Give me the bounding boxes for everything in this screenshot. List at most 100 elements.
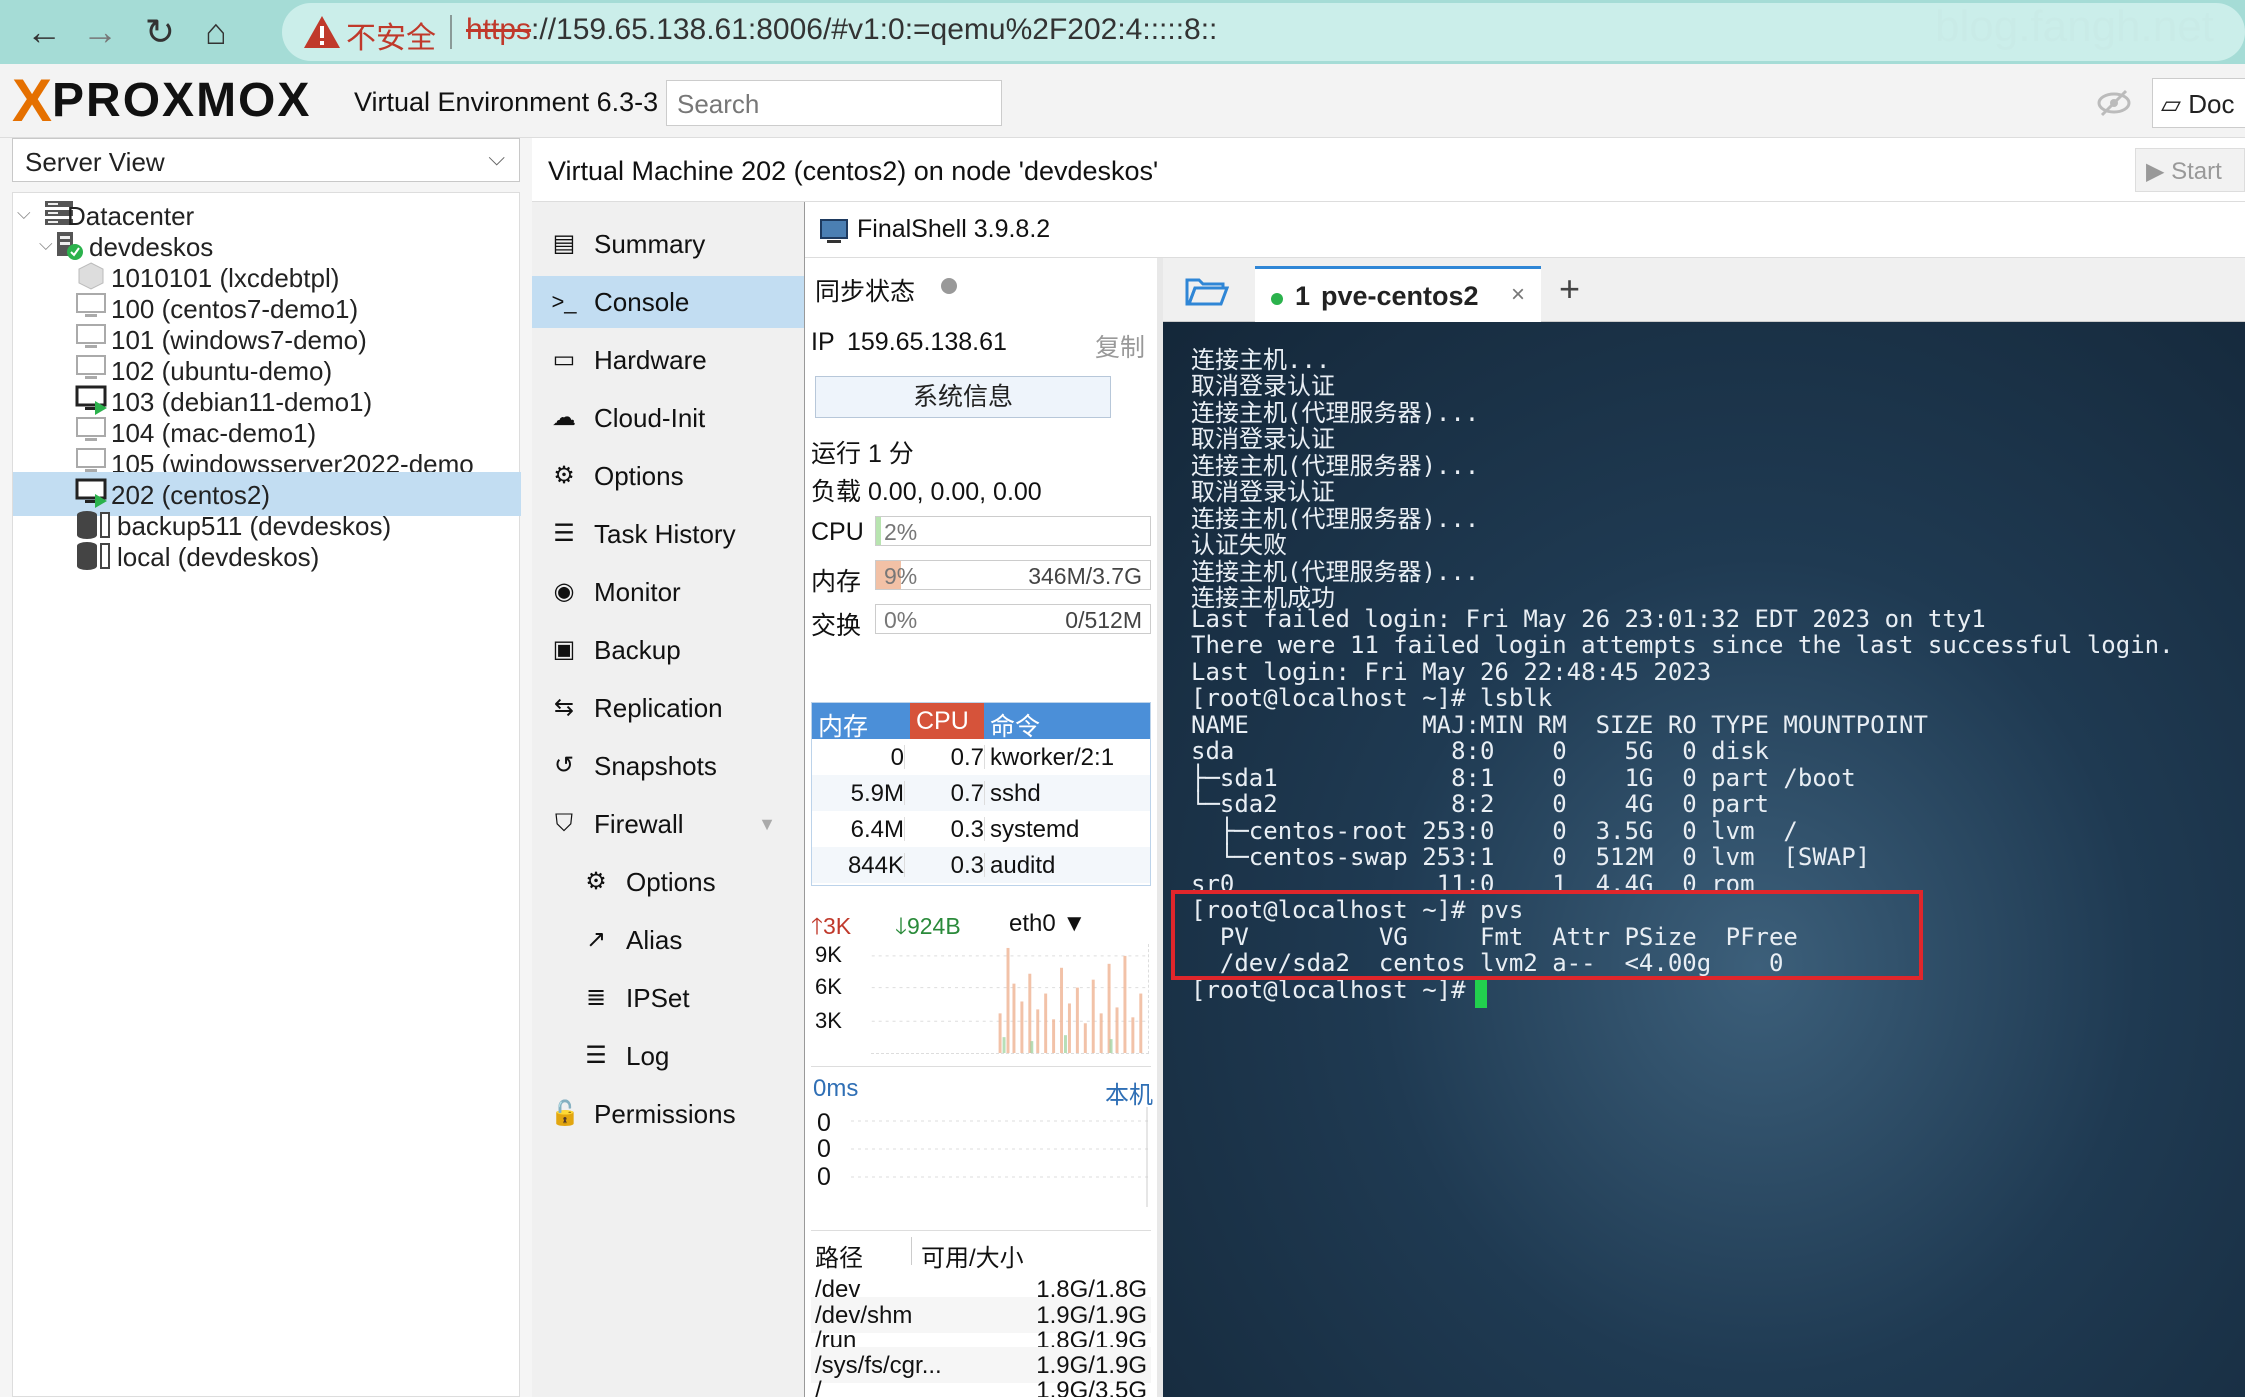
menu-item-label: Replication: [594, 693, 723, 723]
back-button[interactable]: ←: [18, 6, 70, 58]
ping-target[interactable]: 本机: [1105, 1075, 1153, 1110]
version-label: Virtual Environment 6.3-3: [354, 87, 659, 117]
process-row: 0 0.7 kworker/2:1: [890, 744, 1115, 771]
sort-mem-header[interactable]: 内存: [818, 707, 868, 743]
folder-open-icon[interactable]: [1185, 274, 1229, 308]
copy-button[interactable]: 复制: [1095, 328, 1145, 364]
gear-icon: ⚙: [585, 868, 607, 895]
menu-item-label: Cloud-Init: [594, 403, 706, 433]
swap-bar: 0% 0/512M: [875, 604, 1151, 634]
terminal-line: [root@localhost ~]#: [1191, 976, 1466, 1004]
collapse-icon[interactable]: ⌵: [17, 203, 31, 224]
swap-value: 0/512M: [1065, 607, 1142, 633]
menu-item-firewall-options[interactable]: ⚙ Options: [532, 856, 804, 908]
unlock-icon: 🔓: [550, 1100, 580, 1127]
chevron-down-icon[interactable]: ▼: [758, 814, 776, 835]
url-rest: ://159.65.138.61:8006/#v1:0:=qemu%2F202:…: [531, 13, 1218, 46]
home-button[interactable]: ⌂: [190, 6, 242, 58]
process-row: 6.4M 0.3 systemd: [850, 816, 1080, 843]
terminal-line: ├─centos-root 253:0 0 3.5G 0 lvm /: [1191, 817, 1798, 845]
doc-label: Doc: [2188, 89, 2235, 119]
cpu-label: CPU: [811, 518, 864, 546]
menu-item-replication[interactable]: ⇆ Replication: [532, 682, 804, 734]
eye-icon: ◉: [553, 578, 575, 605]
history-icon: ↺: [553, 752, 575, 779]
add-tab-button[interactable]: +: [1559, 268, 1580, 310]
menu-item-ipset[interactable]: ≣ IPSet: [532, 972, 804, 1024]
collapse-icon[interactable]: ⌵: [39, 234, 53, 255]
menu-item-hardware[interactable]: ▭ Hardware: [532, 334, 804, 386]
session-tab-bar: 1 pve-centos2 × +: [1163, 258, 2245, 322]
menu-item-snapshots[interactable]: ↺ Snapshots: [532, 740, 804, 792]
vm-nav-menu: ▤ Summary >_ Console ▭ Hardware ☁ Cloud-Init…: [532, 202, 804, 1397]
close-icon[interactable]: ×: [1511, 281, 1525, 309]
warning-icon: [304, 16, 340, 48]
ping-tick: 0: [817, 1163, 831, 1191]
menu-item-label: Snapshots: [594, 751, 717, 781]
eye-off-icon[interactable]: [2096, 88, 2132, 118]
menu-item-monitor[interactable]: ◉ Monitor: [532, 566, 804, 618]
ip-label: IP: [811, 328, 835, 356]
cloud-icon: ☁: [552, 404, 576, 431]
screen: ← → ↻ ⌂ 不安全 https://159.65.138.61:8006/#…: [0, 0, 2245, 1397]
reload-button[interactable]: ↻: [134, 6, 186, 58]
list-icon: ☰: [585, 1042, 607, 1069]
gear-icon: ⚙: [553, 462, 575, 489]
menu-item-label: Options: [594, 461, 684, 491]
menu-item-options[interactable]: ⚙ Options: [532, 450, 804, 502]
tree-item-label: local (devdeskos): [117, 542, 320, 572]
ping-monitor: 0ms 本机 0 0 0: [811, 1066, 1153, 1216]
documentation-button[interactable]: ▱ Doc: [2152, 78, 2245, 128]
menu-item-console[interactable]: >_ Console: [532, 276, 804, 328]
list-ol-icon: ≣: [585, 984, 607, 1011]
summary-icon: ▤: [552, 230, 576, 257]
menu-item-log[interactable]: ☰ Log: [532, 1030, 804, 1082]
session-tab[interactable]: 1 pve-centos2 ×: [1255, 266, 1541, 322]
interface-select[interactable]: eth0 ▼: [1009, 910, 1086, 938]
url-text: https://159.65.138.61:8006/#v1:0:=qemu%2…: [466, 13, 1217, 47]
disk-size-header: 可用/大小: [921, 1245, 1024, 1272]
tree-item-storage-local[interactable]: local (devdeskos): [13, 534, 521, 578]
menu-item-label: Summary: [594, 229, 706, 259]
divider: [450, 15, 452, 49]
ping-tick: 0: [817, 1109, 831, 1137]
sync-status-label: 同步状态: [815, 278, 916, 306]
browser-toolbar: ← → ↻ ⌂ 不安全 https://159.65.138.61:8006/#…: [0, 0, 2245, 64]
process-row: 5.9M 0.7 sshd: [812, 775, 1150, 811]
menu-item-cloud-init[interactable]: ☁ Cloud-Init: [532, 392, 804, 444]
search-input[interactable]: Search: [666, 80, 1002, 126]
forward-button[interactable]: →: [74, 6, 126, 58]
menu-item-alias[interactable]: ↗ Alias: [532, 914, 804, 966]
command-header[interactable]: 命令: [990, 707, 1040, 743]
sort-cpu-header[interactable]: CPU: [910, 703, 984, 739]
connected-status-dot: [1271, 293, 1283, 305]
menu-item-label: Backup: [594, 635, 681, 665]
menu-item-task-history[interactable]: ☰ Task History: [532, 508, 804, 560]
menu-item-label: Monitor: [594, 577, 681, 607]
mem-bar: 9% 346M/3.7G: [875, 560, 1151, 590]
process-table-header: 内存 CPU 命令: [812, 703, 1150, 741]
menu-item-permissions[interactable]: 🔓 Permissions: [532, 1088, 804, 1140]
system-info-button[interactable]: 系统信息: [815, 376, 1111, 418]
view-selector[interactable]: Server View ⌵: [12, 138, 520, 182]
finalshell-titlebar: FinalShell 3.9.8.2: [805, 202, 2245, 258]
menu-item-backup[interactable]: ▣ Backup: [532, 624, 804, 676]
floppy-icon: ▣: [552, 636, 576, 663]
window-title: FinalShell 3.9.8.2: [857, 215, 1051, 243]
shield-icon: ⛉: [555, 810, 573, 837]
start-button[interactable]: ▶ Start: [2135, 148, 2245, 192]
disk-table-header: 路径 可用/大小: [811, 1233, 1151, 1272]
menu-item-firewall[interactable]: ⛉ Firewall ▼: [532, 798, 804, 850]
play-icon: ▶: [2146, 158, 2172, 185]
menu-item-summary[interactable]: ▤ Summary: [532, 218, 804, 270]
net-tick: 3K: [815, 1008, 842, 1033]
disk-table: 路径 可用/大小 /dev 1.8G/1.8G /dev/shm 1.9G/1.9G…: [811, 1230, 1151, 1397]
menu-item-label: Firewall: [594, 809, 684, 839]
cpu-bar: 2%: [875, 516, 1151, 546]
terminal-output[interactable]: 连接主机... 取消登录认证 连接主机(代理服务器)... 取消登录认证 连接主…: [1163, 322, 2245, 1397]
swap-percent: 0%: [884, 607, 918, 633]
ip-value: 159.65.138.61: [847, 328, 1007, 356]
terminal-line: └─centos-swap 253:1 0 512M 0 lvm [SWAP]: [1191, 843, 1871, 871]
resource-tree-panel: Server View ⌵ ⌵ Datacenter ⌵ devdeskos 1…: [0, 138, 530, 1397]
terminal-line: ├─sda1 8:1 0 1G 0 part /boot: [1191, 764, 1856, 792]
